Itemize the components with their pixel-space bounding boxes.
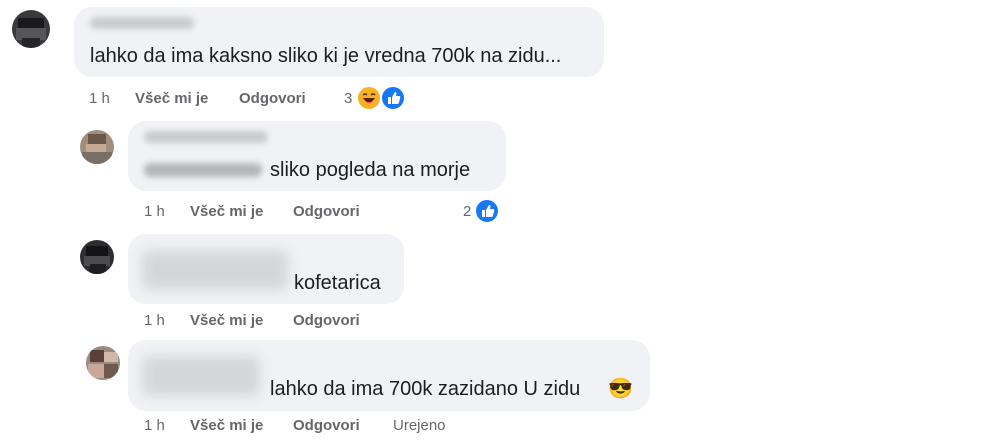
like-link-label[interactable]: Všeč mi je — [190, 203, 263, 220]
comment-bubble: lahko da ima 700k zazidano U zidu 😎 — [128, 340, 650, 411]
avatar[interactable] — [80, 240, 114, 274]
reply-link[interactable]: Odgovori — [293, 417, 360, 434]
comment-time[interactable]: 1 h — [89, 90, 110, 107]
reply-link[interactable]: Odgovori — [239, 90, 306, 107]
reply-link[interactable]: Odgovori — [293, 203, 360, 220]
haha-icon[interactable] — [356, 85, 382, 111]
like-link[interactable]: Všeč mi je — [190, 203, 263, 220]
edited-label: Urejeno — [393, 417, 446, 434]
comment-text: lahko da ima kaksno sliko ki je vredna 7… — [90, 45, 562, 67]
comment-text: kofetarica — [294, 272, 381, 294]
reply-link-label[interactable]: Odgovori — [293, 417, 360, 434]
comment-time[interactable]: 1 h — [144, 203, 165, 220]
sunglasses-emoji-icon: 😎 — [608, 378, 633, 400]
avatar[interactable] — [86, 346, 120, 380]
comment-text: lahko da ima 700k zazidano U zidu — [270, 378, 581, 400]
comment-time[interactable]: 1 h — [144, 312, 165, 329]
reply-link-label[interactable]: Odgovori — [239, 90, 306, 107]
blurred-author-name[interactable] — [142, 356, 260, 396]
comment-bubble: sliko pogleda na morje — [128, 121, 506, 191]
comment-text: sliko pogleda na morje — [270, 159, 471, 181]
thumbs-up-glyph — [388, 92, 401, 104]
reaction-count[interactable]: 3 — [344, 90, 352, 107]
blurred-author-name[interactable] — [142, 250, 288, 290]
like-icon[interactable] — [474, 198, 500, 224]
like-link[interactable]: Všeč mi je — [190, 417, 263, 434]
thumbs-up-glyph — [482, 205, 495, 217]
reply-link[interactable]: Odgovori — [293, 312, 360, 329]
reply-link-label[interactable]: Odgovori — [293, 203, 360, 220]
comment-time[interactable]: 1 h — [144, 417, 165, 434]
like-link[interactable]: Všeč mi je — [190, 312, 263, 329]
haha-face-glyph — [362, 93, 376, 104]
like-link-label[interactable]: Všeč mi je — [135, 90, 208, 107]
comment-bubble: kofetarica — [128, 234, 404, 304]
like-icon[interactable] — [380, 85, 406, 111]
reaction-count[interactable]: 2 — [463, 203, 471, 220]
like-link-label[interactable]: Všeč mi je — [190, 312, 263, 329]
avatar[interactable] — [12, 10, 50, 48]
blurred-mention[interactable] — [144, 163, 262, 177]
like-link-label[interactable]: Všeč mi je — [190, 417, 263, 434]
blurred-author-name[interactable] — [90, 17, 194, 29]
comment-bubble: lahko da ima kaksno sliko ki je vredna 7… — [74, 7, 604, 77]
blurred-author-name[interactable] — [144, 131, 268, 143]
like-link[interactable]: Všeč mi je — [135, 90, 208, 107]
reply-link-label[interactable]: Odgovori — [293, 312, 360, 329]
avatar[interactable] — [80, 130, 114, 164]
